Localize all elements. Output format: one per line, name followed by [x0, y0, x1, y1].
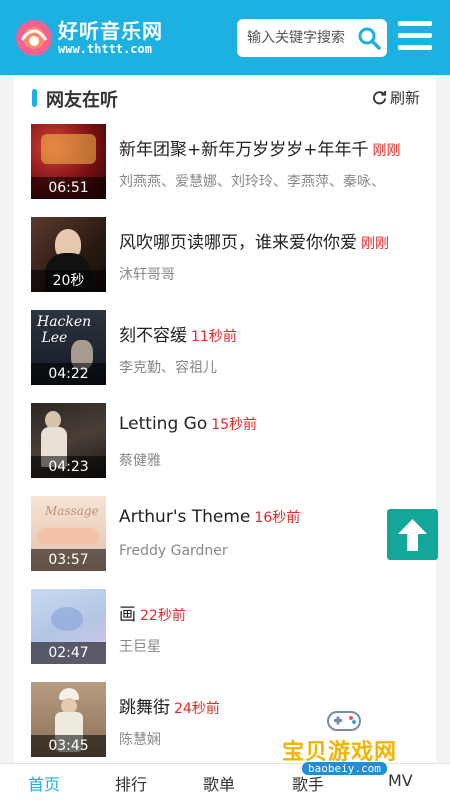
duration-label: 02:47: [31, 642, 106, 664]
nav-rank[interactable]: 排行: [115, 771, 147, 795]
list-item[interactable]: 06:51 新年团聚+新年万岁岁岁+年年千 刚刚 刘燕燕、爱慧娜、刘玲玲、李燕萍、…: [14, 120, 436, 213]
song-line: 刻不容缓 11秒前: [119, 321, 419, 346]
song-title[interactable]: 跳舞街: [119, 698, 170, 718]
list-item[interactable]: 20秒 风吹哪页读哪页，谁来爱你你爱 刚刚 沐轩哥哥: [14, 213, 436, 306]
brand-url: www.thttt.com: [58, 42, 152, 56]
duration-label: 20秒: [31, 270, 106, 292]
duration-label: 04:22: [31, 363, 106, 385]
artist-name[interactable]: 王巨星: [119, 636, 419, 656]
duration-label: 04:23: [31, 456, 106, 478]
gamepad-icon: [327, 711, 361, 731]
artist-name[interactable]: 蔡健雅: [119, 450, 419, 470]
artist-name[interactable]: 沐轩哥哥: [119, 264, 419, 284]
nav-home[interactable]: 首页: [28, 771, 60, 795]
section-header: 网友在听 刷新: [14, 75, 436, 119]
watermark: 宝贝游戏网 baobeiy.com: [278, 700, 418, 785]
song-title[interactable]: 新年团聚+新年万岁岁岁+年年千: [119, 140, 369, 160]
list-item[interactable]: 02:47 画 22秒前 王巨星: [14, 585, 436, 678]
song-title[interactable]: Arthur's Theme: [119, 507, 250, 527]
list-item[interactable]: Hacken Lee 04:22 刻不容缓 11秒前 李克勤、容祖儿: [14, 306, 436, 399]
album-cover[interactable]: 06:51: [31, 124, 106, 199]
logo-icon[interactable]: [14, 18, 54, 58]
song-list: 06:51 新年团聚+新年万岁岁岁+年年千 刚刚 刘燕燕、爱慧娜、刘玲玲、李燕萍、…: [14, 120, 436, 771]
time-tag: 24秒前: [174, 701, 220, 717]
artist-name[interactable]: 刘燕燕、爱慧娜、刘玲玲、李燕萍、秦咏、: [119, 171, 419, 191]
song-line: 画 22秒前: [119, 600, 419, 625]
time-tag: 16秒前: [254, 510, 301, 526]
back-to-top-button[interactable]: [387, 509, 438, 560]
time-tag: 刚刚: [372, 143, 401, 159]
album-cover[interactable]: Massage 03:57: [31, 496, 106, 571]
nav-playlist[interactable]: 歌单: [203, 771, 235, 795]
brand-name[interactable]: 好听音乐网: [58, 20, 163, 42]
menu-icon[interactable]: [398, 21, 434, 53]
top-header: 好听音乐网 www.thttt.com: [0, 0, 450, 75]
song-line: 风吹哪页读哪页，谁来爱你你爱 刚刚: [119, 228, 419, 253]
time-tag: 11秒前: [191, 329, 237, 345]
song-line: 新年团聚+新年万岁岁岁+年年千 刚刚: [119, 135, 419, 160]
song-title[interactable]: Letting Go: [119, 414, 207, 434]
song-line: Arthur's Theme 16秒前: [119, 507, 419, 527]
album-cover[interactable]: Hacken Lee 04:22: [31, 310, 106, 385]
refresh-button[interactable]: 刷新: [372, 87, 420, 108]
arrow-up-icon: [398, 519, 427, 551]
artist-name[interactable]: 李克勤、容祖儿: [119, 357, 419, 377]
now-listening-card: 网友在听 刷新 06:51 新年团聚+新年万岁岁岁+年年千 刚刚 刘燕燕、爱慧娜、…: [14, 75, 436, 765]
time-tag: 22秒前: [140, 608, 186, 624]
album-cover[interactable]: 20秒: [31, 217, 106, 292]
search-box: [237, 19, 387, 57]
song-title[interactable]: 刻不容缓: [119, 326, 187, 346]
song-title[interactable]: 画: [119, 605, 136, 625]
album-cover[interactable]: 04:23: [31, 403, 106, 478]
watermark-url: baobeiy.com: [302, 762, 387, 775]
time-tag: 刚刚: [361, 236, 389, 252]
duration-label: 03:57: [31, 549, 106, 571]
song-title[interactable]: 风吹哪页读哪页，谁来爱你你爱: [119, 233, 357, 253]
time-tag: 15秒前: [211, 417, 258, 433]
list-item[interactable]: Massage 03:57 Arthur's Theme 16秒前 Freddy …: [14, 492, 436, 585]
list-item[interactable]: 04:23 Letting Go 15秒前 蔡健雅: [14, 399, 436, 492]
search-icon[interactable]: [357, 26, 381, 50]
album-cover[interactable]: 03:45: [31, 682, 106, 757]
duration-label: 03:45: [31, 735, 106, 757]
artist-name[interactable]: Freddy Gardner: [119, 543, 419, 559]
refresh-label: 刷新: [389, 89, 420, 107]
search-input[interactable]: [237, 19, 355, 57]
refresh-icon: [372, 90, 387, 105]
section-title: 网友在听: [46, 90, 118, 111]
song-line: Letting Go 15秒前: [119, 414, 419, 434]
duration-label: 06:51: [31, 177, 106, 199]
accent-bar: [32, 89, 37, 107]
album-cover[interactable]: 02:47: [31, 589, 106, 664]
